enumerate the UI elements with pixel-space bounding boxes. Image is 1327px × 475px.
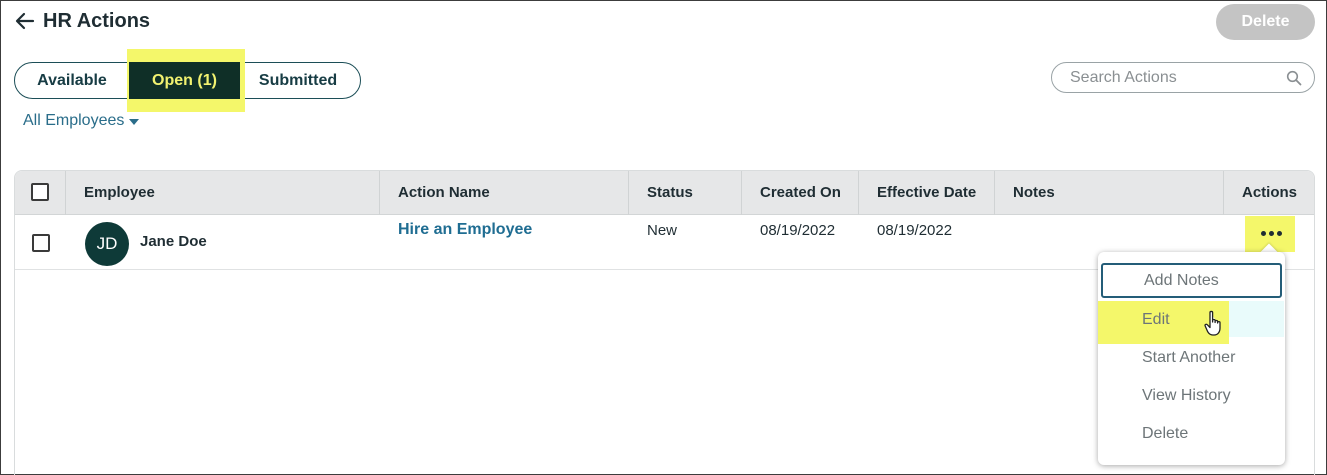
column-header-employee[interactable]: Employee bbox=[66, 171, 380, 215]
tab-available[interactable]: Available bbox=[15, 63, 129, 98]
column-header-effective-date[interactable]: Effective Date bbox=[859, 171, 995, 215]
column-header-notes[interactable]: Notes bbox=[995, 171, 1224, 215]
select-all-cell bbox=[15, 171, 66, 215]
table-header: Employee Action Name Status Created On E… bbox=[15, 171, 1314, 215]
action-name-link[interactable]: Hire an Employee bbox=[398, 221, 532, 239]
arrow-left-icon[interactable] bbox=[13, 9, 37, 33]
avatar: JD bbox=[85, 222, 129, 266]
column-header-created-on[interactable]: Created On bbox=[742, 171, 859, 215]
column-header-actions: Actions bbox=[1242, 184, 1298, 201]
dot bbox=[1276, 230, 1282, 236]
page-title: HR Actions bbox=[43, 10, 151, 32]
menu-item-edit[interactable]: Edit bbox=[1098, 302, 1285, 338]
search-icon[interactable] bbox=[1286, 70, 1302, 86]
column-header-action-name[interactable]: Action Name bbox=[380, 171, 629, 215]
menu-item-view-history[interactable]: View History bbox=[1098, 378, 1285, 414]
caret-down-icon bbox=[129, 119, 140, 125]
more-horizontal-icon[interactable] bbox=[1258, 226, 1284, 240]
employee-filter-label: All Employees bbox=[23, 112, 125, 129]
hr-actions-page: HR Actions Delete Available Open (1) Sub… bbox=[0, 0, 1327, 475]
row-checkbox[interactable] bbox=[32, 234, 50, 252]
column-header-status[interactable]: Status bbox=[629, 171, 742, 215]
created-on-cell: 08/19/2022 bbox=[760, 222, 836, 239]
row-actions-menu: Add Notes Edit Start Another View Histor… bbox=[1098, 252, 1285, 465]
hand-pointer-icon bbox=[1204, 310, 1221, 336]
status-cell: New bbox=[647, 222, 678, 239]
dot bbox=[1268, 230, 1274, 236]
tab-open[interactable]: Open (1) bbox=[129, 62, 240, 99]
search-input[interactable] bbox=[1070, 67, 1280, 89]
select-all-checkbox[interactable] bbox=[31, 183, 49, 201]
menu-item-start-another[interactable]: Start Another bbox=[1098, 340, 1285, 376]
dot bbox=[1260, 230, 1266, 236]
menu-item-delete[interactable]: Delete bbox=[1098, 416, 1285, 452]
employee-name: Jane Doe bbox=[140, 233, 207, 250]
effective-date-cell: 08/19/2022 bbox=[877, 222, 953, 239]
status-tabs: Available Open (1) Submitted bbox=[14, 49, 361, 112]
search-box bbox=[1051, 62, 1315, 93]
tab-submitted[interactable]: Submitted bbox=[242, 63, 354, 98]
employee-filter-dropdown[interactable]: All Employees bbox=[23, 112, 140, 130]
delete-button[interactable]: Delete bbox=[1216, 4, 1315, 40]
menu-item-add-notes[interactable]: Add Notes bbox=[1101, 263, 1282, 298]
